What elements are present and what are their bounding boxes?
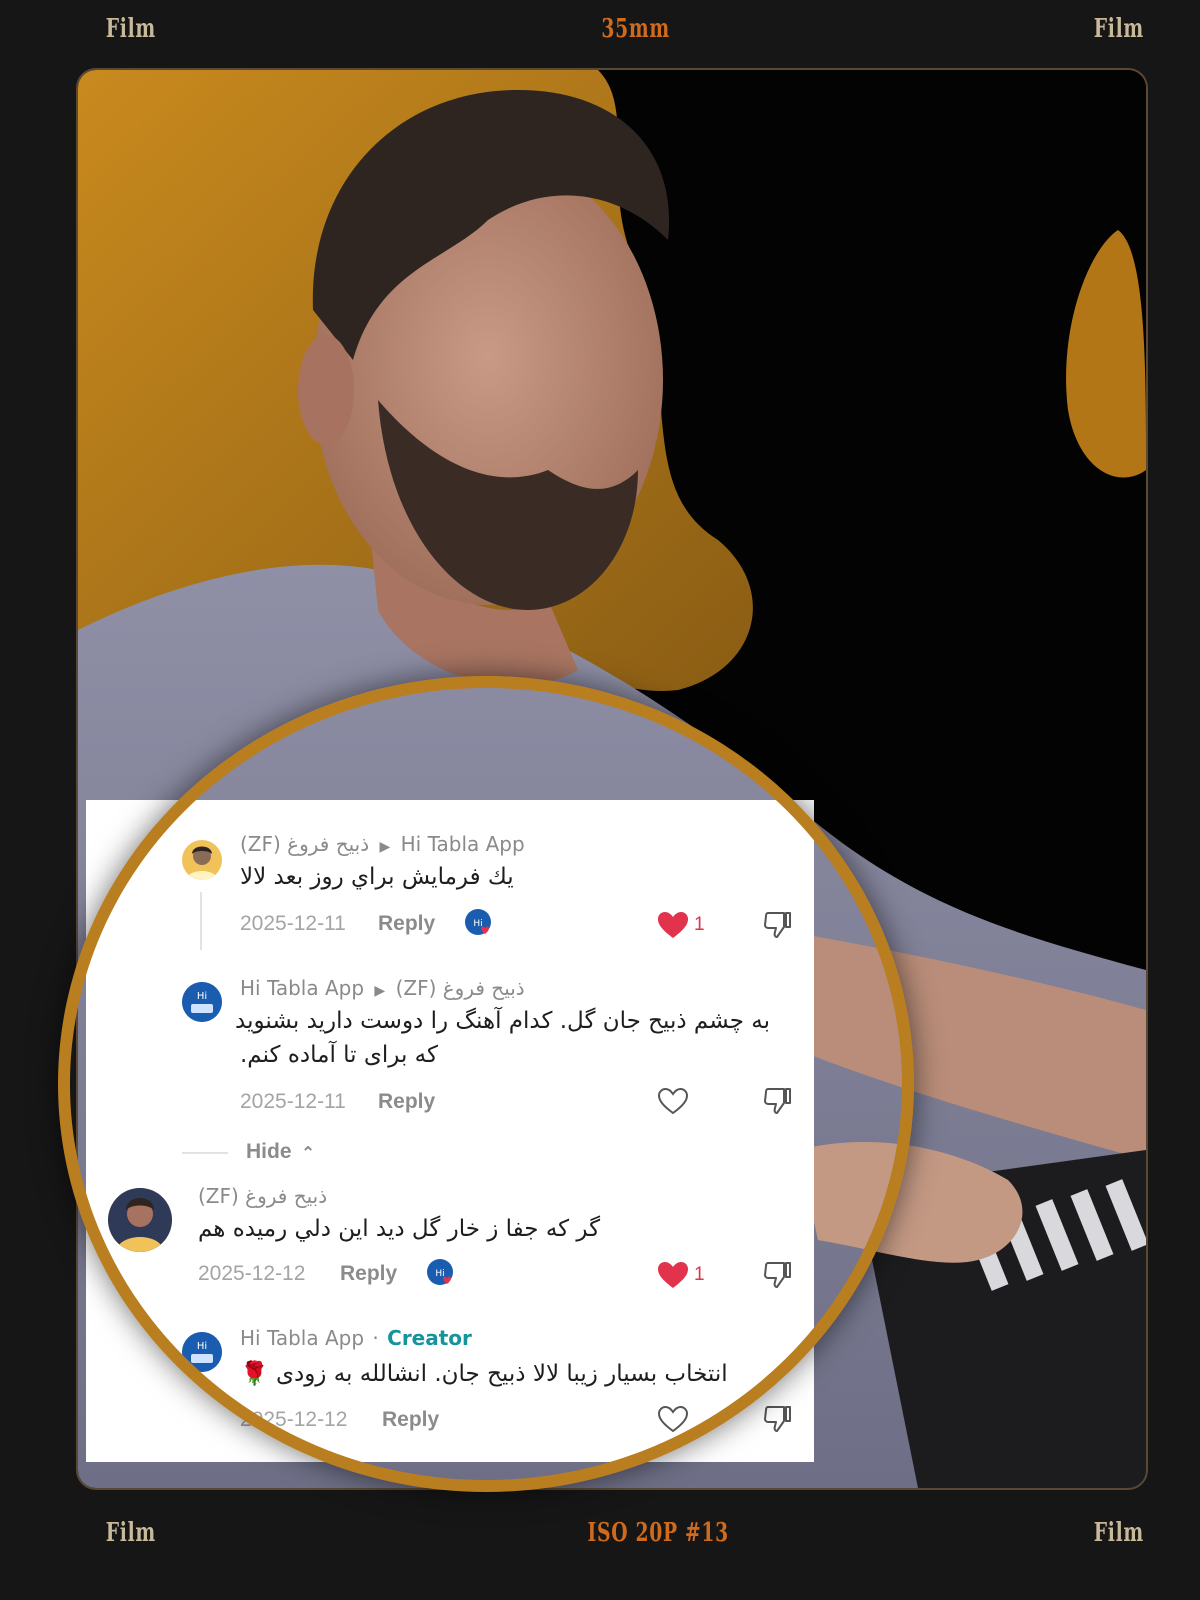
play-arrow-icon: ▶ [379, 839, 391, 855]
chevron-up-icon: ⌃ [301, 1145, 315, 1162]
svg-text:Hi: Hi [197, 991, 207, 1002]
comment-date: 2025-12-11 [240, 1090, 346, 1113]
app-logo-icon: Hi [182, 982, 222, 1022]
comment-author[interactable]: (ZF) ذبیح فروغ [198, 1184, 327, 1208]
comment-text-line-1: به چشم ذبیح جان گل. کدام آهنگ را دوست دا… [235, 1008, 770, 1034]
film-label-top-left: Film [105, 14, 156, 44]
comment-author[interactable]: Hi Tabla App ▶ (ZF) ذبیح فروغ [240, 976, 525, 1000]
film-label-top-center: 35mm [601, 14, 670, 44]
film-label-bottom-right: Film [1093, 1518, 1144, 1548]
comment-text: انتخاب بسیار زیبا لالا ذبیح جان. انشالله… [240, 1361, 728, 1387]
creator-liked-icon: Hi [426, 1258, 458, 1294]
comments-panel: (ZF) ذبیح فروغ ▶ Hi Tabla App يك فرمايش … [86, 800, 814, 1462]
thumbs-down-icon[interactable] [762, 1260, 792, 1294]
person-icon [186, 846, 218, 880]
film-label-bottom-center: ISO 20P #13 [587, 1518, 729, 1548]
comment-text: يك فرمايش براي روز بعد لالا [240, 864, 514, 890]
thumbs-down-icon[interactable] [762, 1086, 792, 1120]
comment-date: 2025-12-11 [240, 912, 346, 935]
person-icon [108, 1188, 172, 1252]
thumbs-down-icon[interactable] [762, 910, 792, 944]
svg-text:Hi: Hi [435, 1269, 444, 1279]
creator-liked-icon: Hi [464, 908, 496, 944]
play-arrow-icon: ▶ [374, 983, 386, 999]
avatar-hi-tabla-app[interactable]: Hi [182, 1332, 222, 1372]
heart-outline-icon[interactable] [657, 1405, 689, 1438]
comment-author[interactable]: Hi Tabla App · Creator [240, 1326, 472, 1350]
avatar-user-zf[interactable] [108, 1188, 172, 1252]
svg-text:Hi: Hi [473, 919, 482, 929]
avatar-hi-tabla-app[interactable]: Hi [182, 982, 222, 1022]
comment-author[interactable]: (ZF) ذبیح فروغ ▶ Hi Tabla App [240, 832, 525, 856]
comment-text: گر که جفا ز خار گل دید این دلي رمیده هم [198, 1216, 601, 1242]
like-count: 1 [694, 1264, 705, 1285]
reply-button[interactable]: Reply [378, 912, 435, 936]
hide-replies-button[interactable]: Hide ⌃ [246, 1140, 315, 1164]
heart-filled-icon[interactable] [658, 912, 688, 944]
reply-button[interactable]: Reply [382, 1408, 439, 1432]
like-count: 1 [694, 914, 705, 935]
heart-filled-icon[interactable] [658, 1262, 688, 1294]
reply-button[interactable]: Reply [378, 1090, 435, 1114]
avatar-user-zf[interactable] [182, 840, 222, 880]
film-label-top-right: Film [1093, 14, 1144, 44]
reply-button[interactable]: Reply [340, 1262, 397, 1286]
creator-badge: Creator [387, 1326, 472, 1350]
comment-text-line-2: که برای تا آماده کنم. [240, 1042, 438, 1068]
app-logo-icon: Hi [182, 1332, 222, 1372]
hide-divider [182, 1152, 228, 1154]
comment-date: 2025-12-12 [198, 1262, 306, 1285]
thumbs-down-icon[interactable] [762, 1404, 792, 1438]
comment-date: 2025-12-12 [240, 1408, 348, 1431]
heart-outline-icon[interactable] [657, 1087, 689, 1120]
film-label-bottom-left: Film [105, 1518, 156, 1548]
thread-line [200, 892, 202, 950]
svg-text:Hi: Hi [197, 1341, 207, 1352]
